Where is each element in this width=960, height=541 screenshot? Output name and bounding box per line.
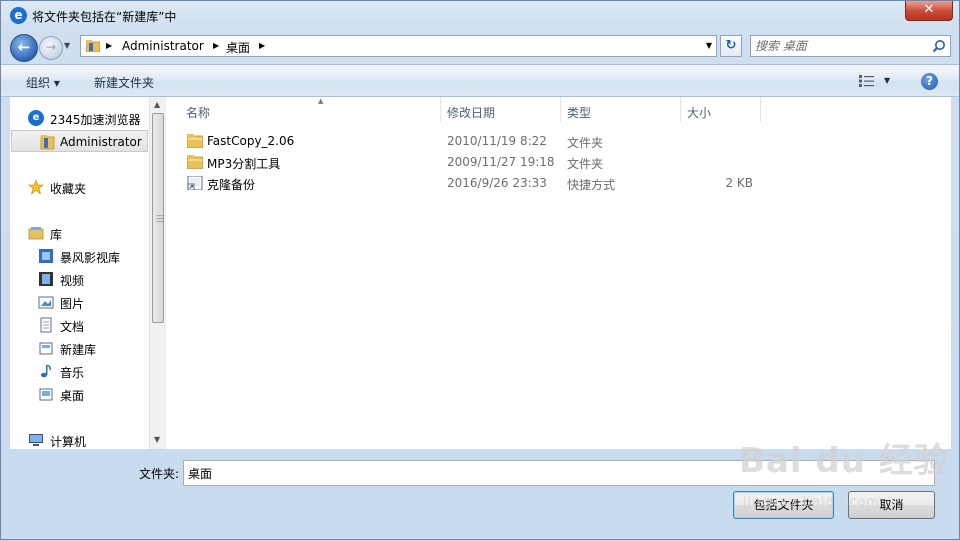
chevron-down-icon[interactable]: ▼	[884, 76, 890, 85]
library-icon	[39, 342, 53, 355]
column-header-name[interactable]: 名称 ▲	[179, 97, 439, 122]
arrow-left-icon: ←	[17, 38, 31, 56]
desktop-icon	[39, 388, 53, 401]
folder-icon	[187, 155, 203, 169]
organize-menu[interactable]: 组织 ▾	[26, 74, 60, 91]
window-title: 将文件夹包括在“新建库”中	[32, 10, 177, 24]
star-icon	[28, 179, 44, 195]
file-list: 名称 ▲ 修改日期 类型 大小 FastCopy_2.06 2010/11/19…	[167, 97, 951, 449]
arrow-right-icon: →	[45, 40, 57, 54]
chevron-right-icon[interactable]: ▶	[106, 41, 112, 50]
column-header-type[interactable]: 类型	[560, 97, 680, 122]
cancel-button[interactable]: 取消	[848, 491, 935, 519]
folder-icon	[187, 134, 203, 148]
file-row[interactable]: MP3分割工具 2009/11/27 19:18 文件夹	[181, 152, 801, 172]
sidebar-item-computer[interactable]: 计算机	[10, 429, 150, 449]
recent-locations-dropdown[interactable]: ▼	[64, 41, 70, 50]
browser-icon: e	[10, 7, 27, 24]
chevron-right-icon[interactable]: ▶	[213, 41, 219, 50]
file-name: 克隆备份	[207, 178, 256, 192]
sidebar-item-documents[interactable]: 文档	[10, 314, 150, 336]
navigation-scrollbar[interactable]: ▲ — — — ▼	[149, 97, 166, 449]
address-bar[interactable]: ▶ Administrator ▶ 桌面 ▶ ▼	[80, 35, 717, 57]
include-folder-button[interactable]: 包括文件夹	[733, 491, 834, 519]
chevron-down-icon[interactable]: ▼	[706, 41, 712, 50]
sidebar-item-new-library[interactable]: 新建库	[10, 337, 150, 359]
scroll-down-icon[interactable]: ▼	[154, 435, 160, 444]
document-icon	[40, 317, 52, 333]
file-type: 文件夹	[567, 157, 604, 171]
breadcrumb-administrator[interactable]: Administrator	[122, 39, 204, 53]
grip-icon: — — —	[156, 211, 164, 226]
navigation-pane: e 2345加速浏览器 Administrator 收藏夹 库 暴风影视库 视频…	[10, 97, 168, 449]
scrollbar-thumb[interactable]: — — —	[152, 113, 164, 323]
help-icon[interactable]: ?	[921, 73, 938, 90]
file-type: 快捷方式	[567, 178, 616, 192]
refresh-button[interactable]: ↻	[720, 35, 742, 57]
file-name: MP3分割工具	[207, 157, 281, 171]
sidebar-item-pictures[interactable]: 图片	[10, 291, 150, 313]
chevron-right-icon[interactable]: ▶	[259, 41, 265, 50]
navigation-bar: ← → ▼ ▶ Administrator ▶ 桌面 ▶ ▼ ↻	[1, 32, 959, 62]
film-icon	[39, 272, 53, 286]
folder-icon	[86, 40, 100, 52]
sidebar-item-2345-browser[interactable]: e 2345加速浏览器	[10, 107, 150, 129]
sidebar-item-videos[interactable]: 视频	[10, 268, 150, 290]
breadcrumb-desktop[interactable]: 桌面	[226, 39, 250, 56]
search-box[interactable]	[750, 35, 951, 57]
sidebar-item-desktop[interactable]: 桌面	[10, 383, 150, 405]
file-type: 文件夹	[567, 136, 604, 150]
library-icon	[28, 227, 44, 240]
dialog-footer: 文件夹: 包括文件夹 取消	[1, 449, 959, 541]
column-divider[interactable]	[760, 97, 761, 122]
dialog-window: e 将文件夹包括在“新建库”中 ✕ ← → ▼ ▶ Administrator …	[0, 0, 960, 540]
folder-field[interactable]	[183, 460, 935, 486]
forward-button[interactable]: →	[39, 36, 63, 60]
picture-icon	[38, 296, 54, 309]
close-button[interactable]: ✕	[905, 1, 953, 21]
user-folder-icon	[40, 135, 55, 150]
command-bar: 组织 ▾ 新建文件夹 ▼ ?	[1, 64, 959, 97]
search-icon[interactable]	[932, 39, 946, 53]
file-name: FastCopy_2.06	[207, 134, 295, 148]
folder-label: 文件夹:	[139, 467, 180, 481]
search-input[interactable]	[755, 38, 925, 54]
computer-icon	[29, 434, 43, 446]
column-header-date[interactable]: 修改日期	[440, 97, 560, 122]
sidebar-item-music[interactable]: 音乐	[10, 360, 150, 382]
file-date: 2016/9/26 23:33	[447, 176, 547, 190]
sidebar-item-administrator[interactable]: Administrator	[11, 130, 148, 152]
new-folder-button[interactable]: 新建文件夹	[94, 74, 154, 91]
file-date: 2010/11/19 8:22	[447, 134, 547, 148]
column-header-size[interactable]: 大小	[680, 97, 760, 122]
sidebar-item-favorites[interactable]: 收藏夹	[10, 176, 150, 198]
sidebar-item-video-library[interactable]: 暴风影视库	[10, 245, 150, 267]
scroll-up-icon[interactable]: ▲	[154, 100, 160, 109]
music-icon	[41, 364, 51, 378]
title-bar: e 将文件夹包括在“新建库”中 ✕	[1, 1, 959, 31]
browser-icon: e	[28, 110, 44, 126]
file-size: 2 KB	[725, 176, 753, 190]
file-row[interactable]: 克隆备份 2016/9/26 23:33 快捷方式 2 KB	[181, 173, 801, 193]
view-options-icon[interactable]	[859, 75, 875, 87]
refresh-icon: ↻	[725, 38, 737, 53]
sidebar-item-libraries[interactable]: 库	[10, 222, 150, 244]
sort-ascending-icon: ▲	[318, 97, 324, 105]
file-row[interactable]: FastCopy_2.06 2010/11/19 8:22 文件夹	[181, 131, 801, 151]
shortcut-icon	[187, 176, 203, 190]
back-button[interactable]: ←	[10, 34, 38, 62]
video-library-icon	[39, 249, 53, 263]
file-date: 2009/11/27 19:18	[447, 155, 555, 169]
